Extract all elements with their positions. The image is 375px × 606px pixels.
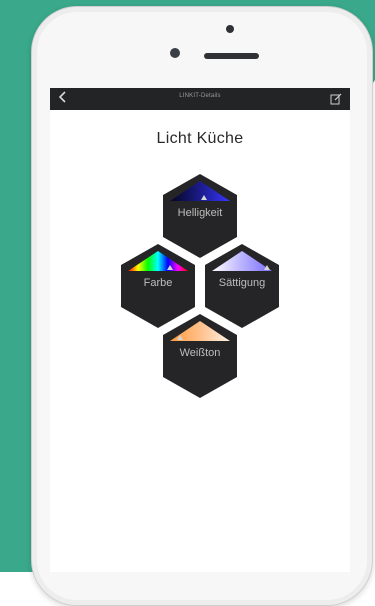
color-control[interactable]: Farbe: [121, 244, 195, 328]
saturation-marker[interactable]: [264, 265, 270, 270]
proximity-sensor: [226, 25, 234, 33]
white-tone-marker[interactable]: [177, 335, 183, 340]
earpiece-speaker: [204, 53, 259, 59]
color-marker[interactable]: [167, 265, 173, 270]
brightness-swatch: [170, 181, 230, 201]
saturation-label: Sättigung: [218, 277, 266, 289]
brightness-control[interactable]: Helligkeit: [163, 174, 237, 258]
white-tone-label: Weißton: [179, 347, 221, 359]
saturation-control[interactable]: Sättigung: [205, 244, 279, 328]
color-swatch: [128, 251, 188, 271]
navigation-bar: LINKIT-Details: [50, 88, 350, 110]
white-tone-control[interactable]: Weißton: [163, 314, 237, 398]
app-screen: LINKIT-Details Licht Küche Helligkeit Fa…: [50, 88, 350, 572]
brightness-label: Helligkeit: [177, 207, 223, 219]
brightness-marker[interactable]: [201, 195, 207, 200]
edit-button[interactable]: [330, 92, 342, 105]
edit-icon: [330, 93, 342, 105]
color-label: Farbe: [143, 277, 173, 289]
front-camera: [170, 48, 180, 58]
nav-title: LINKIT-Details: [179, 93, 221, 99]
saturation-swatch: [212, 251, 272, 271]
page-title: Licht Küche: [156, 130, 244, 147]
